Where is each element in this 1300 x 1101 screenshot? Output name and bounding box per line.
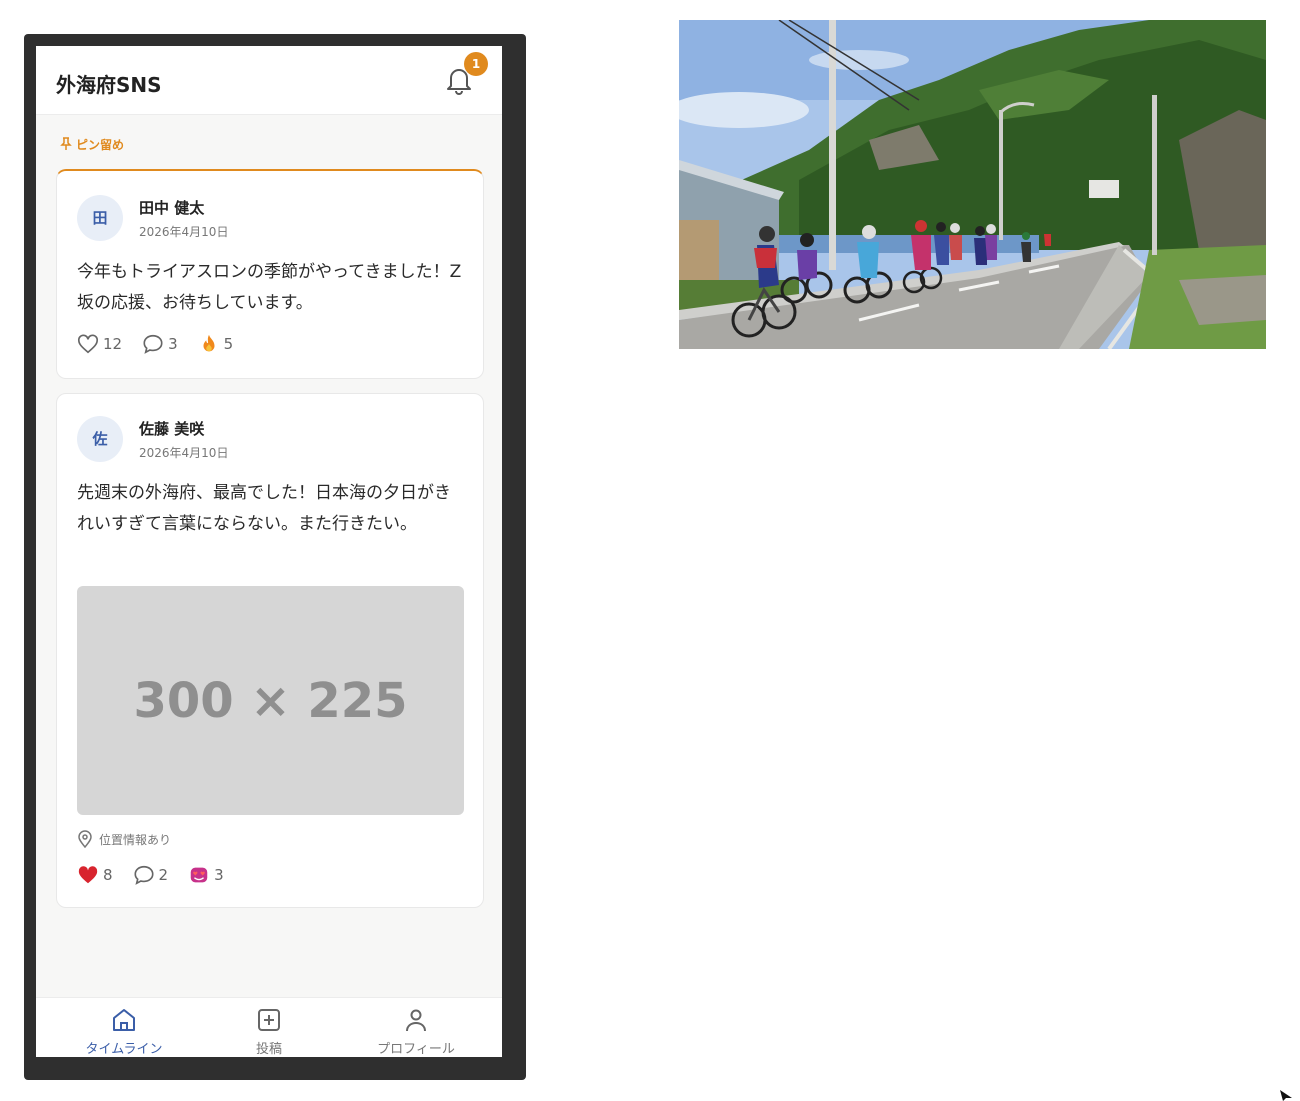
post-date: 2026年4月10日 [139, 446, 229, 460]
mouse-cursor-icon [1280, 1090, 1292, 1101]
post-actions: 12 3 5 [77, 333, 253, 355]
reaction-count: 3 [214, 866, 224, 884]
app-header: 外海府SNS 1 [36, 46, 502, 115]
comment-count: 3 [168, 335, 178, 353]
user-icon [406, 1009, 426, 1032]
like-count: 12 [103, 335, 123, 353]
comment-button[interactable]: 2 [133, 864, 169, 886]
post-text: 先週末の外海府、最高でした！日本海の夕日がきれいすぎて言葉にならない。また行きた… [77, 483, 451, 534]
post-date: 2026年4月10日 [139, 225, 229, 239]
location-pin-icon [78, 830, 92, 848]
nav-timeline-label: タイムライン [85, 1042, 163, 1057]
comment-count: 2 [158, 866, 169, 884]
like-button[interactable]: 8 [77, 864, 113, 886]
app-title: 外海府SNS [56, 73, 162, 97]
location-text: 位置情報あり [99, 832, 172, 847]
comment-button[interactable]: 3 [142, 333, 178, 355]
avatar[interactable]: 田 [77, 195, 123, 241]
reaction-count: 5 [223, 335, 234, 353]
nav-profile[interactable]: プロフィール [356, 1006, 476, 1057]
pinned-label-text: ピン留め [76, 138, 125, 152]
post-author[interactable]: 田中 健太 [139, 197, 204, 218]
like-button[interactable]: 12 [77, 333, 122, 355]
like-count: 8 [103, 866, 113, 884]
pin-icon [60, 137, 72, 150]
nav-post-label: 投稿 [255, 1042, 282, 1057]
notification-badge: 1 [464, 52, 488, 76]
cyclists-photo [679, 20, 1266, 349]
location-tag: 位置情報あり [77, 830, 171, 848]
add-post-icon [258, 1009, 280, 1031]
comment-icon [143, 334, 163, 354]
nav-profile-label: プロフィール [377, 1042, 455, 1057]
bottom-nav: タイムライン 投稿 プロフィール [36, 997, 502, 1057]
heart-eyes-icon [190, 867, 208, 883]
heart-icon [78, 334, 98, 354]
post-author[interactable]: 佐藤 美咲 [139, 418, 204, 439]
post-card: 佐 佐藤 美咲 2026年4月10日 先週末の外海府、最高でした！日本海の夕日が… [56, 393, 484, 908]
app-screen: 外海府SNS 1 ピン留め 田 田中 健太 2026年4月10日 今年もトライア… [36, 46, 502, 1057]
fire-icon [203, 334, 215, 352]
pinned-label: ピン留め [60, 136, 124, 153]
home-icon [113, 1009, 135, 1031]
reaction-button[interactable]: 3 [188, 864, 224, 886]
nav-post[interactable]: 投稿 [209, 1006, 329, 1057]
comment-icon [134, 865, 154, 885]
phone-frame: 外海府SNS 1 ピン留め 田 田中 健太 2026年4月10日 今年もトライア… [24, 34, 526, 1080]
post-image-placeholder[interactable]: 300 × 225 [77, 586, 464, 815]
heart-filled-icon [78, 866, 98, 884]
post-card: 田 田中 健太 2026年4月10日 今年もトライアスロンの季節がやってきました… [56, 169, 484, 379]
reaction-button[interactable]: 5 [198, 333, 234, 355]
avatar[interactable]: 佐 [77, 416, 123, 462]
post-actions: 8 2 3 [77, 864, 244, 886]
nav-timeline[interactable]: タイムライン [64, 1006, 184, 1057]
post-text: 今年もトライアスロンの季節がやってきました！Z坂の応援、お待ちしています。 [77, 262, 462, 313]
